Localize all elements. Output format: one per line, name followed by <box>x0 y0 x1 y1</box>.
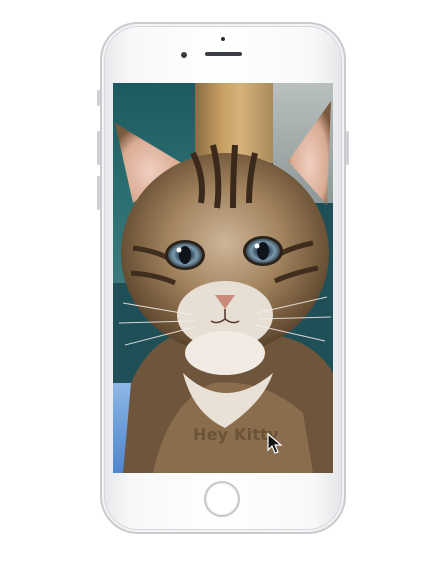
kitten-photo <box>115 101 333 473</box>
home-button[interactable] <box>204 481 240 517</box>
stage: Hey Kitty <box>0 0 443 563</box>
power-button <box>346 131 349 165</box>
mouse-pointer-icon <box>267 433 283 454</box>
phone-screen[interactable]: Hey Kitty <box>113 83 333 473</box>
front-camera-icon <box>181 52 187 58</box>
earpiece-speaker <box>205 52 242 56</box>
proximity-sensor <box>221 37 225 41</box>
